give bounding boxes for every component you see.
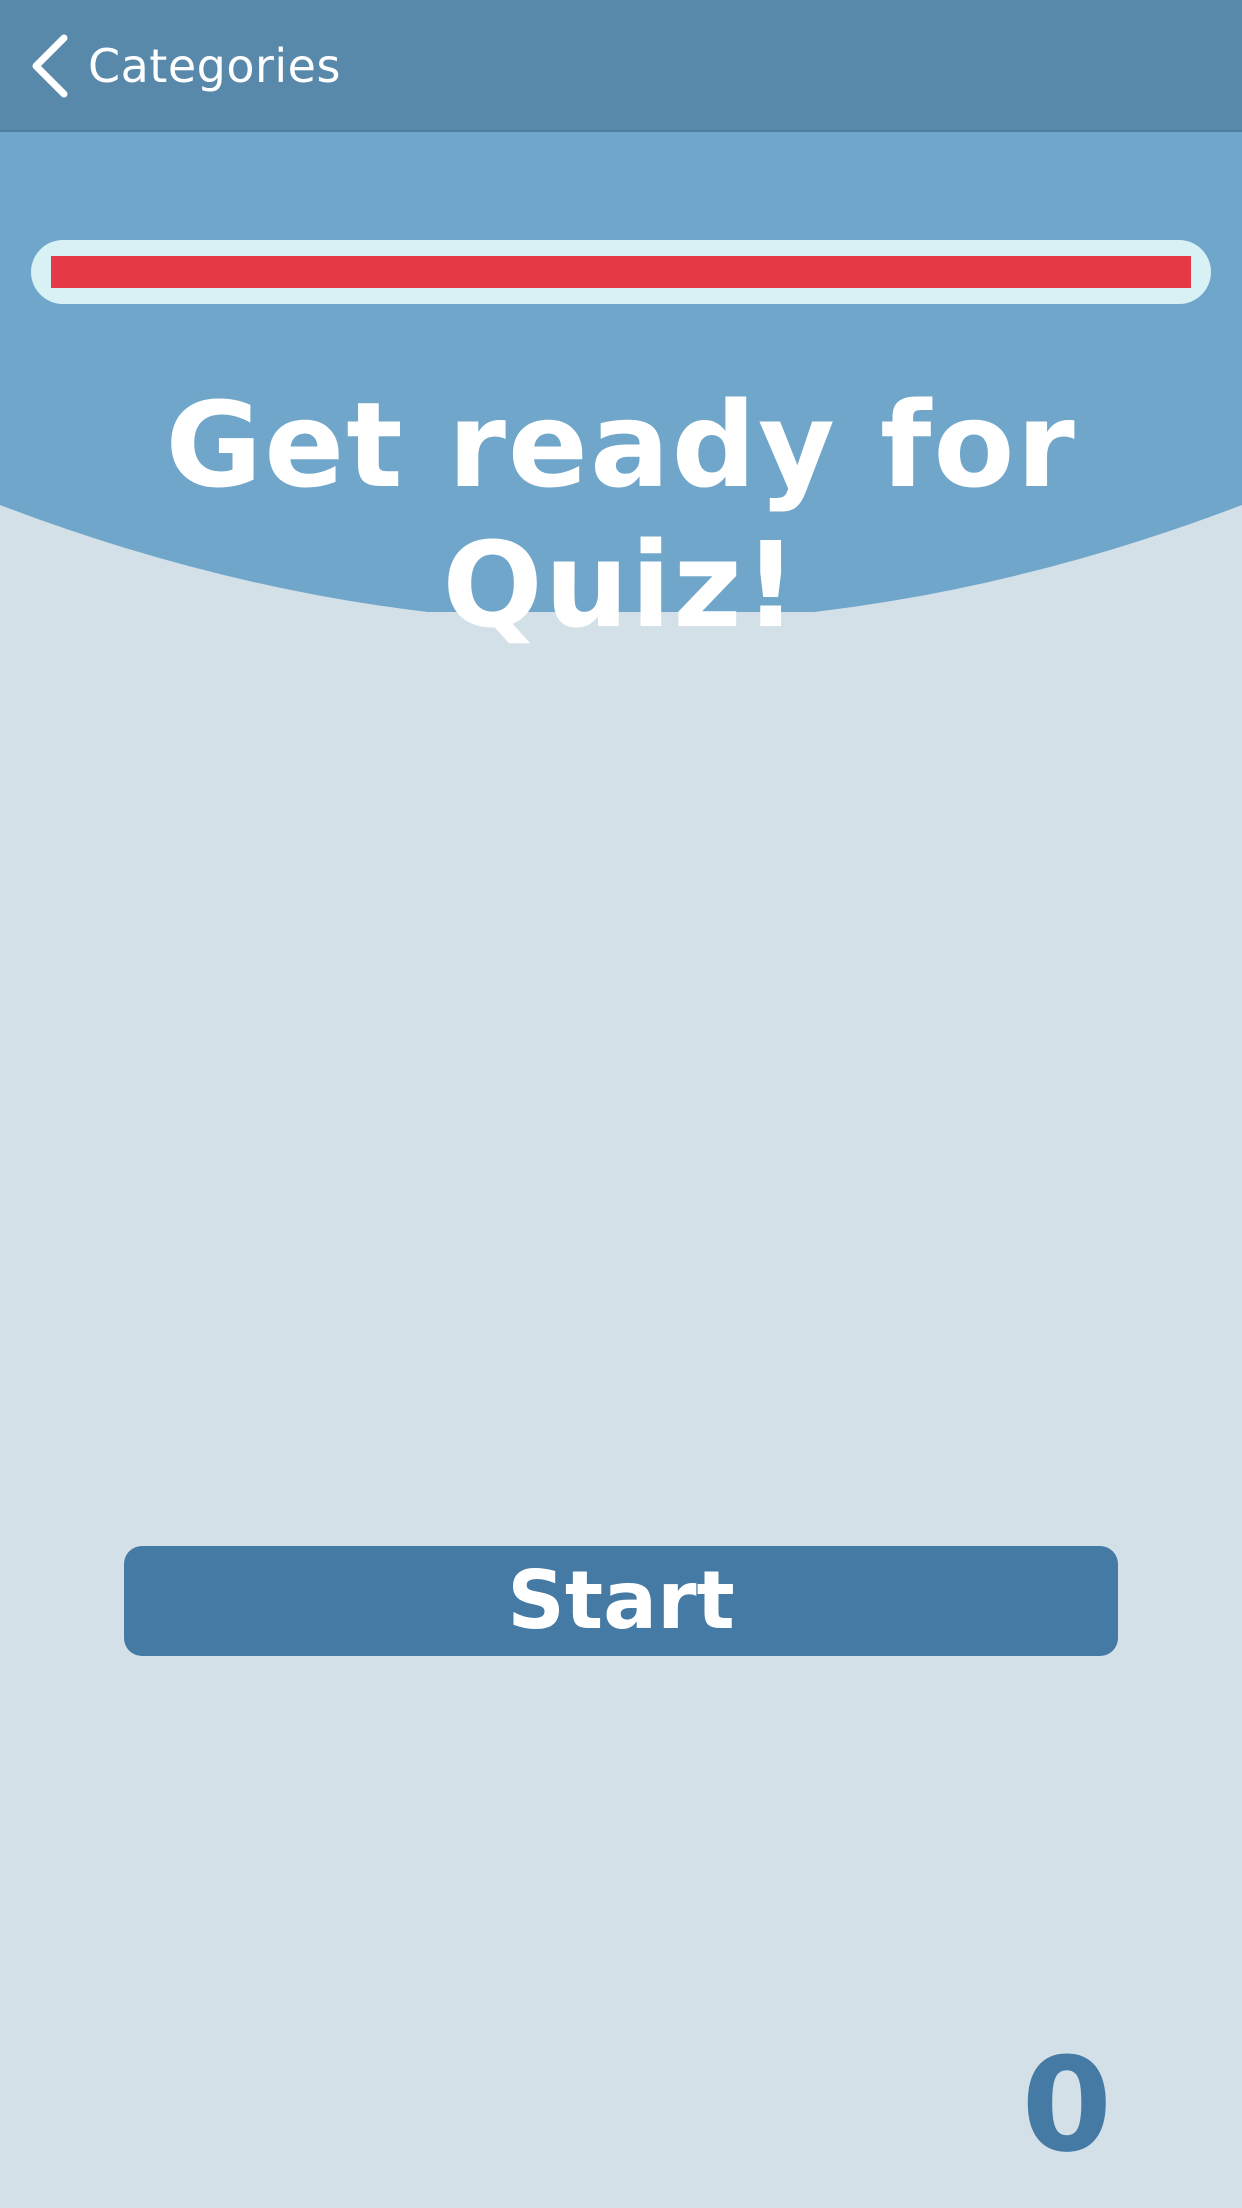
- quiz-title: Get ready for Quiz!: [165, 376, 1077, 654]
- navigation-bar: Categories: [0, 0, 1242, 132]
- timer-progress-bar: [31, 240, 1211, 304]
- timer-progress-fill: [51, 256, 1191, 288]
- back-button[interactable]: Categories: [30, 30, 341, 102]
- back-button-label: Categories: [88, 39, 341, 93]
- chevron-left-icon: [30, 34, 70, 98]
- score-counter: 0: [1021, 2029, 1112, 2181]
- start-button[interactable]: Start: [124, 1546, 1118, 1656]
